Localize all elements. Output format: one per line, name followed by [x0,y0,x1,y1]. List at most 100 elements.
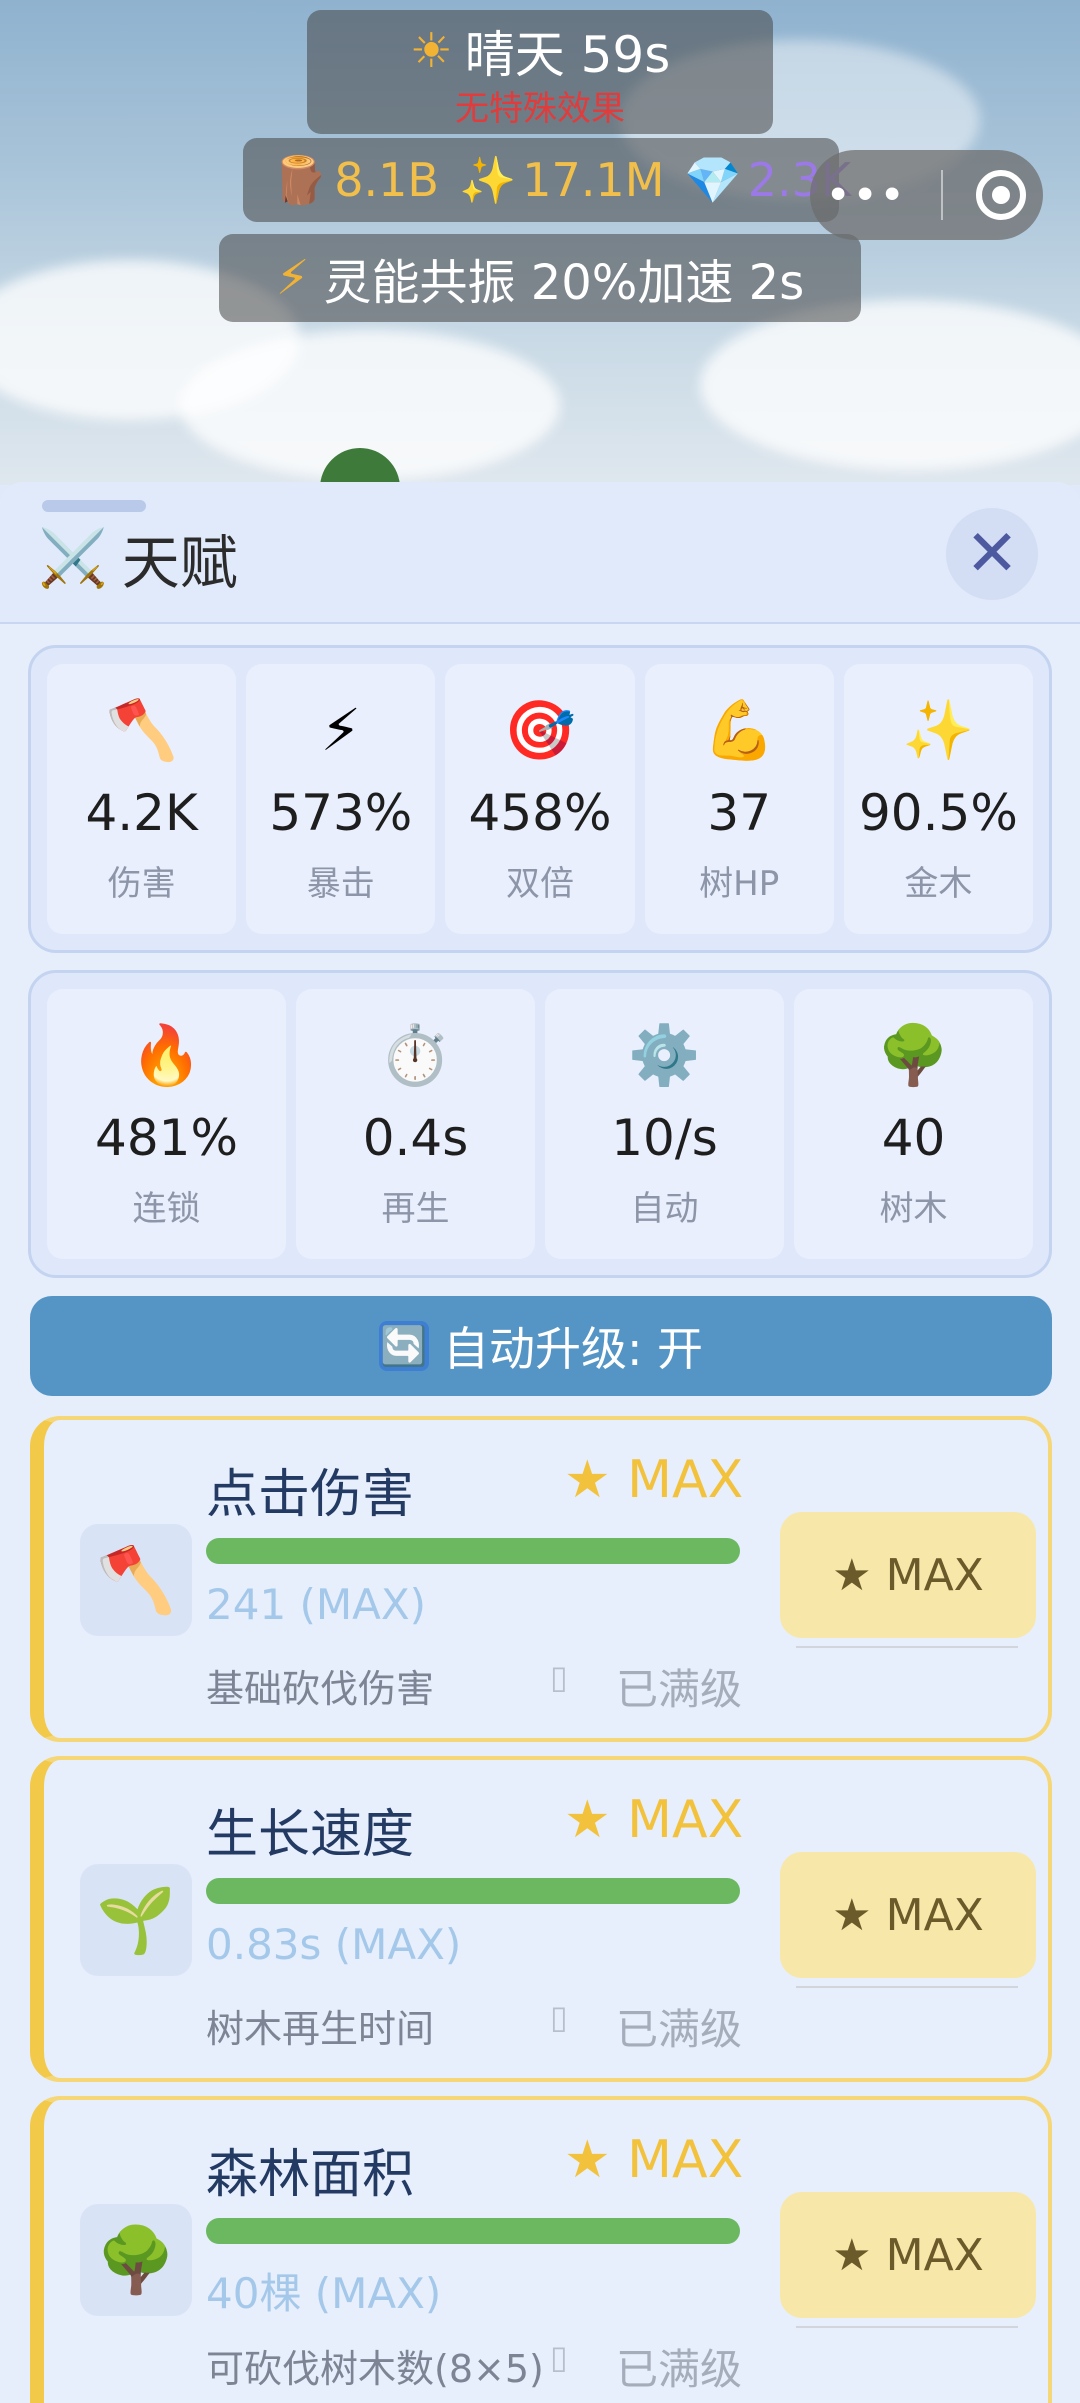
stat-value: 10/s [611,1109,718,1167]
tree-icon: 🌳 [877,1021,950,1089]
auto-upgrade-toggle[interactable]: 🔄 自动升级: 开 [30,1296,1052,1396]
upgrade-level: 241 (MAX) [206,1580,427,1629]
stat-trees: 🌳 40 树木 [794,989,1033,1259]
gem-icon: 💎 [684,152,742,207]
upgrade-description: 可砍伐树木数(8×5) [206,2347,544,2391]
upgrade-name: 生长速度 [206,1805,415,1865]
drag-handle[interactable] [42,500,146,512]
close-button[interactable]: ✕ [946,508,1038,600]
stats-grid-primary: 🪓 4.2K 伤害 ⚡ 573% 暴击 🎯 458% 双倍 💪 37 树HP ✨… [28,645,1052,953]
miniprogram-capsule: ••• [810,150,1043,240]
close-miniprogram-button[interactable] [976,170,1027,220]
wood-amount: 8.1B [334,153,439,207]
upgrade-name: 点击伤害 [206,1465,415,1525]
stat-value: 573% [269,784,413,842]
stat-label: 树木 [879,1189,948,1229]
stat-damage: 🪓 4.2K 伤害 [47,664,237,934]
stat-golden-wood: ✨ 90.5% 金木 [843,664,1034,934]
stat-auto: ⚙️ 10/s 自动 [545,989,784,1259]
placeholder-glyph: ▯ [550,2338,568,2376]
buff-status: ⚡ 灵能共振 20%加速 2s [219,234,861,322]
axe-icon: 🪓 [80,1524,192,1636]
stat-value: 458% [468,784,612,842]
placeholder-glyph: ▯ [550,1998,568,2036]
buff-text: 灵能共振 20%加速 2s [323,255,805,311]
stopwatch-icon: ⏱️ [379,1021,452,1089]
close-icon: ✕ [965,517,1019,591]
maxed-status: 已满级 [616,2345,743,2394]
capsule-divider [941,170,943,220]
upgrade-description: 基础砍伐伤害 [206,1667,435,1711]
upgrade-button[interactable]: ★ MAX [780,2192,1036,2318]
panel-header: ⚔️ 天赋 ✕ [0,482,1080,624]
stat-value: 37 [707,784,772,842]
upgrade-button[interactable]: ★ MAX [780,1852,1036,1978]
wood-resource: 🪵 8.1B [271,153,439,208]
sparkle-icon: ✨ [459,152,517,207]
button-underline [796,2326,1018,2328]
refresh-icon: 🔄 [378,1321,429,1371]
max-badge: ★ MAX [564,2130,744,2190]
stat-label: 伤害 [107,864,176,904]
sparkle-icon: ✨ [902,696,975,764]
fire-icon: 🔥 [130,1021,203,1089]
upgrade-card-forest-area: 🌳 森林面积 ★ MAX 40棵 (MAX) 可砍伐树木数(8×5) ▯ 已满级… [30,2096,1052,2403]
placeholder-glyph: ▯ [550,1658,568,1696]
auto-upgrade-label: 自动升级: 开 [442,1322,704,1376]
upgrade-card-growth-speed: 🌱 生长速度 ★ MAX 0.83s (MAX) 树木再生时间 ▯ 已满级 ★ … [30,1756,1052,2082]
stats-grid-secondary: 🔥 481% 连锁 ⏱️ 0.4s 再生 ⚙️ 10/s 自动 🌳 40 树木 [28,970,1052,1278]
stat-chain: 🔥 481% 连锁 [47,989,286,1259]
weather-display: ☀ 晴天 59s 无特殊效果 [307,10,773,134]
axe-icon: 🪓 [105,696,178,764]
max-badge: ★ MAX [564,1450,744,1510]
stat-label: 暴击 [306,864,375,904]
upgrade-level: 0.83s (MAX) [206,1920,462,1969]
button-underline [796,1986,1018,1988]
resource-bar: 🪵 8.1B ✨ 17.1M 💎 2.3K [243,138,851,222]
panel-title-text: 天赋 [121,529,238,597]
stat-label: 金木 [904,864,973,904]
upgrade-level: 40棵 (MAX) [206,2269,442,2318]
stat-value: 40 [881,1109,946,1167]
stat-label: 双倍 [506,864,574,904]
stat-value: 481% [95,1109,238,1167]
sparkle-amount: 17.1M [522,153,665,207]
sparkle-resource: ✨ 17.1M [459,153,664,208]
weather-text: 晴天 59s [464,25,671,84]
upgrade-card-click-damage: 🪓 点击伤害 ★ MAX 241 (MAX) 基础砍伐伤害 ▯ 已满级 ★ MA… [30,1416,1052,1742]
stat-label: 连锁 [132,1189,201,1229]
lightning-icon: ⚡ [320,696,362,764]
progress-bar [206,2218,740,2244]
upgrade-button[interactable]: ★ MAX [780,1512,1036,1638]
upgrade-description: 树木再生时间 [206,2007,435,2051]
maxed-status: 已满级 [616,2005,743,2054]
target-icon: 🎯 [503,696,577,764]
stat-crit: ⚡ 573% 暴击 [246,664,436,934]
stat-value: 90.5% [858,784,1018,842]
progress-bar [206,1538,740,1564]
sun-icon: ☀ [409,22,453,79]
button-underline [796,1646,1018,1648]
stat-value: 0.4s [362,1109,469,1167]
stat-label: 再生 [381,1189,450,1229]
upgrade-name: 森林面积 [206,2145,415,2205]
stat-label: 自动 [630,1189,699,1229]
log-icon: 🪵 [271,152,329,207]
stat-tree-hp: 💪 37 树HP [644,664,834,934]
stat-label: 树HP [699,864,780,904]
muscle-icon: 💪 [703,696,776,764]
max-badge: ★ MAX [564,1790,744,1850]
weather-effect: 无特殊效果 [455,88,625,129]
tree-icon: 🌳 [80,2204,192,2316]
seedling-icon: 🌱 [80,1864,192,1976]
stat-double: 🎯 458% 双倍 [445,664,635,934]
more-menu-button[interactable]: ••• [827,175,908,216]
cloud [700,300,1080,470]
stat-value: 4.2K [85,784,198,842]
panel-title: ⚔️ 天赋 [38,516,238,600]
crossed-swords-icon: ⚔️ [38,526,108,591]
lightning-icon: ⚡ [275,250,310,306]
gear-icon: ⚙️ [628,1021,701,1089]
maxed-status: 已满级 [616,1665,743,1714]
progress-bar [206,1878,740,1904]
